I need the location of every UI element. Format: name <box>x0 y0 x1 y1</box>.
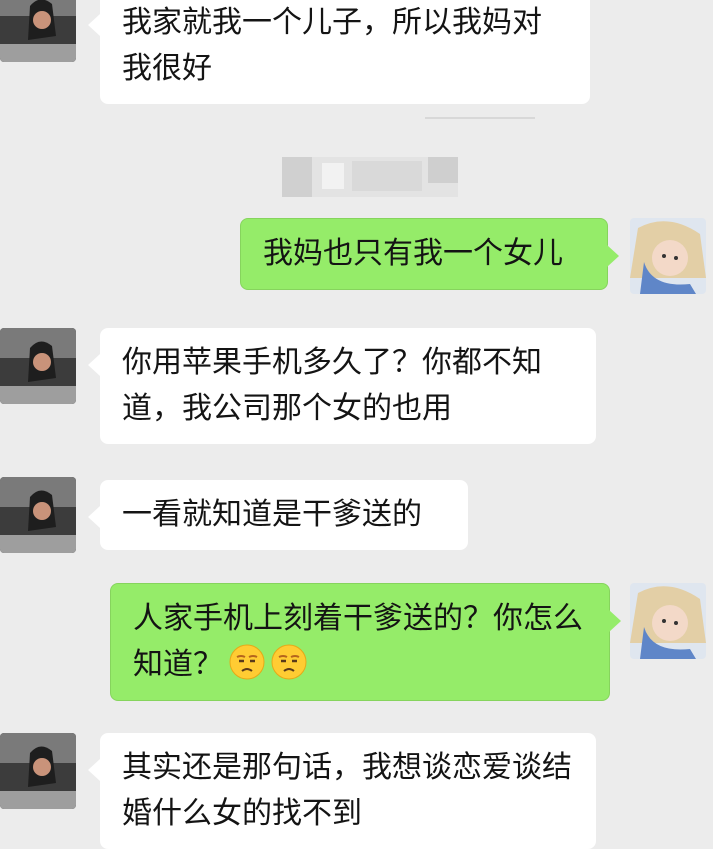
message-text: 人家手机上刻着干爹送的？你怎么知道？ <box>133 601 583 682</box>
contact-avatar-image <box>0 0 76 62</box>
contact-avatar[interactable] <box>0 733 76 809</box>
message-bubble[interactable]: 其实还是那句话，我想谈恋爱谈结婚什么女的找不到 <box>88 733 596 849</box>
contact-avatar-image <box>0 733 76 809</box>
my-avatar[interactable] <box>630 218 706 294</box>
unamused-face-icon <box>229 644 265 680</box>
divider <box>425 117 535 119</box>
redacted-block <box>282 157 458 197</box>
my-avatar-image <box>630 218 706 294</box>
message-bubble[interactable]: 你用苹果手机多久了？你都不知道，我公司那个女的也用 <box>88 328 596 444</box>
message-text: 一看就知道是干爹送的 <box>122 497 422 532</box>
contact-avatar[interactable] <box>0 477 76 553</box>
contact-avatar[interactable] <box>0 0 76 62</box>
my-avatar[interactable] <box>630 583 706 659</box>
message-bubble[interactable]: 我妈也只有我一个女儿 <box>240 218 619 290</box>
message-text: 你用苹果手机多久了？你都不知道，我公司那个女的也用 <box>122 345 542 426</box>
message-bubble[interactable]: 一看就知道是干爹送的 <box>88 480 468 550</box>
message-text: 我家就我一个儿子，所以我妈对我很好 <box>122 5 542 86</box>
message-bubble[interactable]: 人家手机上刻着干爹送的？你怎么知道？ <box>110 583 621 701</box>
unamused-face-icon <box>271 644 307 680</box>
message-bubble[interactable]: 我家就我一个儿子，所以我妈对我很好 <box>88 0 590 104</box>
contact-avatar-image <box>0 328 76 404</box>
my-avatar-image <box>630 583 706 659</box>
message-text: 其实还是那句话，我想谈恋爱谈结婚什么女的找不到 <box>122 750 572 831</box>
contact-avatar[interactable] <box>0 328 76 404</box>
contact-avatar-image <box>0 477 76 553</box>
message-text: 我妈也只有我一个女儿 <box>263 236 563 271</box>
